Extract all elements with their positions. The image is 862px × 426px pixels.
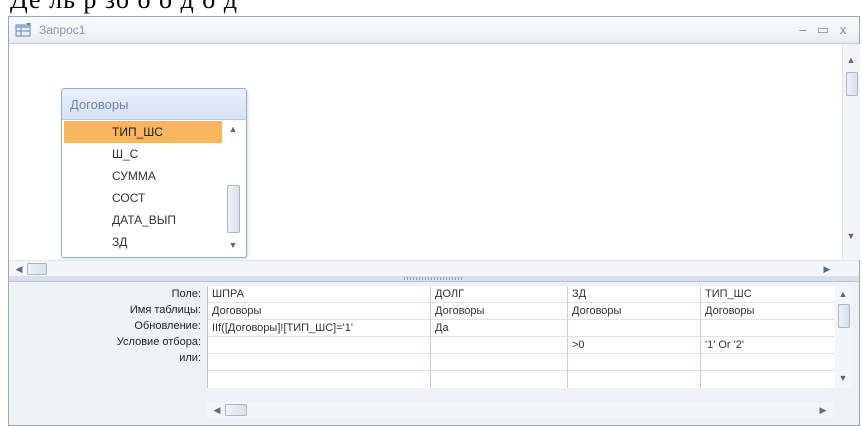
design-grid-pane: Поле: Имя таблицы: Обновление: Условие о… (9, 282, 859, 425)
table-cell[interactable]: Договоры (568, 303, 700, 320)
table-field-list[interactable]: Договоры ТИП_ШС Ш_С СУММА СОСТ ДАТА_ВЫП … (61, 88, 247, 258)
grid-horizontal-scrollbar[interactable]: ◀ ▶ (207, 402, 835, 418)
grid-column[interactable]: ЗД Договоры >0 (568, 286, 701, 388)
row-label-field: Поле: (171, 288, 201, 300)
query-design-grid[interactable]: ШПРА Договоры IIf([Договоры]![ТИП_ШС]='1… (207, 286, 836, 388)
scroll-down-arrow-icon[interactable]: ▼ (225, 237, 241, 253)
field-cell[interactable]: ТИП_ШС (701, 286, 835, 303)
or-cell[interactable] (701, 354, 835, 371)
field-item[interactable]: ТИП_ШС (64, 121, 222, 143)
field-cell[interactable]: ШПРА (208, 286, 430, 303)
row-label-update: Обновление: (134, 320, 201, 332)
upper-hscroll-thumb[interactable] (27, 263, 47, 275)
restore-button[interactable]: ▭ (815, 22, 831, 38)
cropped-heading-text: Де ль р зо о о д о д (0, 0, 862, 16)
field-item[interactable]: ДАТА_ВЫП (64, 209, 222, 231)
scroll-down-arrow-icon[interactable]: ▼ (843, 228, 859, 244)
table-cell[interactable]: Договоры (701, 303, 835, 320)
row-label-table: Имя таблицы: (129, 304, 201, 316)
field-item[interactable]: СУММА (64, 165, 222, 187)
field-list-scrollbar[interactable]: ▲ ▼ (224, 121, 242, 255)
close-button[interactable]: x (835, 22, 851, 38)
or-cell[interactable] (568, 354, 700, 371)
query-icon (15, 23, 31, 37)
upper-vertical-scrollbar[interactable]: ▲ ▼ (842, 44, 860, 260)
criteria-cell[interactable]: >0 (568, 337, 700, 354)
grid-column[interactable]: ДОЛГ Договоры Да (431, 286, 568, 388)
scroll-left-arrow-icon[interactable]: ◀ (11, 261, 27, 277)
grid-vertical-scrollbar[interactable]: ▲ ▼ (835, 286, 852, 388)
row-label-or: или: (179, 352, 201, 364)
update-cell[interactable]: IIf([Договоры]![ТИП_ШС]='1' (208, 320, 430, 337)
field-item[interactable]: Ш_С (64, 143, 222, 165)
grid-column[interactable]: ТИП_ШС Договоры '1' Or '2' (701, 286, 835, 388)
criteria-cell[interactable] (431, 337, 567, 354)
scroll-right-arrow-icon[interactable]: ▶ (819, 261, 835, 277)
update-cell[interactable] (701, 320, 835, 337)
table-header[interactable]: Договоры (62, 89, 246, 120)
table-pane[interactable]: Договоры ТИП_ШС Ш_С СУММА СОСТ ДАТА_ВЫП … (9, 44, 842, 260)
field-item[interactable]: СОСТ (64, 187, 222, 209)
field-list[interactable]: ТИП_ШС Ш_С СУММА СОСТ ДАТА_ВЫП ЗД (64, 121, 222, 253)
update-cell[interactable] (568, 320, 700, 337)
grid-hscroll-thumb[interactable] (225, 404, 247, 416)
table-name: Договоры (70, 97, 129, 112)
row-label-criteria: Условие отбора: (116, 336, 201, 348)
table-cell[interactable]: Договоры (208, 303, 430, 320)
or-cell[interactable] (431, 354, 567, 371)
grid-column[interactable]: ШПРА Договоры IIf([Договоры]![ТИП_ШС]='1… (208, 286, 431, 388)
scroll-up-arrow-icon[interactable]: ▲ (843, 52, 859, 68)
field-cell[interactable]: ЗД (568, 286, 700, 303)
field-list-scroll-thumb[interactable] (227, 185, 240, 233)
grid-scroll-thumb[interactable] (838, 304, 850, 328)
criteria-cell[interactable]: '1' Or '2' (701, 337, 835, 354)
query-design-window: Запрос1 – ▭ x Договоры ТИП_ШС Ш_С СУММА … (8, 16, 860, 426)
or-cell[interactable] (208, 354, 430, 371)
title-bar[interactable]: Запрос1 – ▭ x (9, 17, 859, 44)
field-cell[interactable]: ДОЛГ (431, 286, 567, 303)
upper-scroll-thumb[interactable] (846, 72, 858, 96)
row-labels: Поле: Имя таблицы: Обновление: Условие о… (9, 286, 205, 366)
scroll-up-arrow-icon[interactable]: ▲ (835, 286, 851, 302)
update-cell[interactable]: Да (431, 320, 567, 337)
field-item[interactable]: ЗД (64, 231, 222, 253)
criteria-cell[interactable] (208, 337, 430, 354)
window-title: Запрос1 (39, 23, 86, 37)
splitter-grip[interactable] (404, 277, 464, 280)
minimize-button[interactable]: – (795, 22, 811, 38)
scroll-up-arrow-icon[interactable]: ▲ (225, 121, 241, 137)
banner-text: Де ль р зо о о д о д (10, 0, 238, 15)
table-cell[interactable]: Договоры (431, 303, 567, 320)
scroll-down-arrow-icon[interactable]: ▼ (835, 370, 851, 386)
scroll-left-arrow-icon[interactable]: ◀ (209, 402, 225, 418)
scroll-right-arrow-icon[interactable]: ▶ (815, 402, 831, 418)
